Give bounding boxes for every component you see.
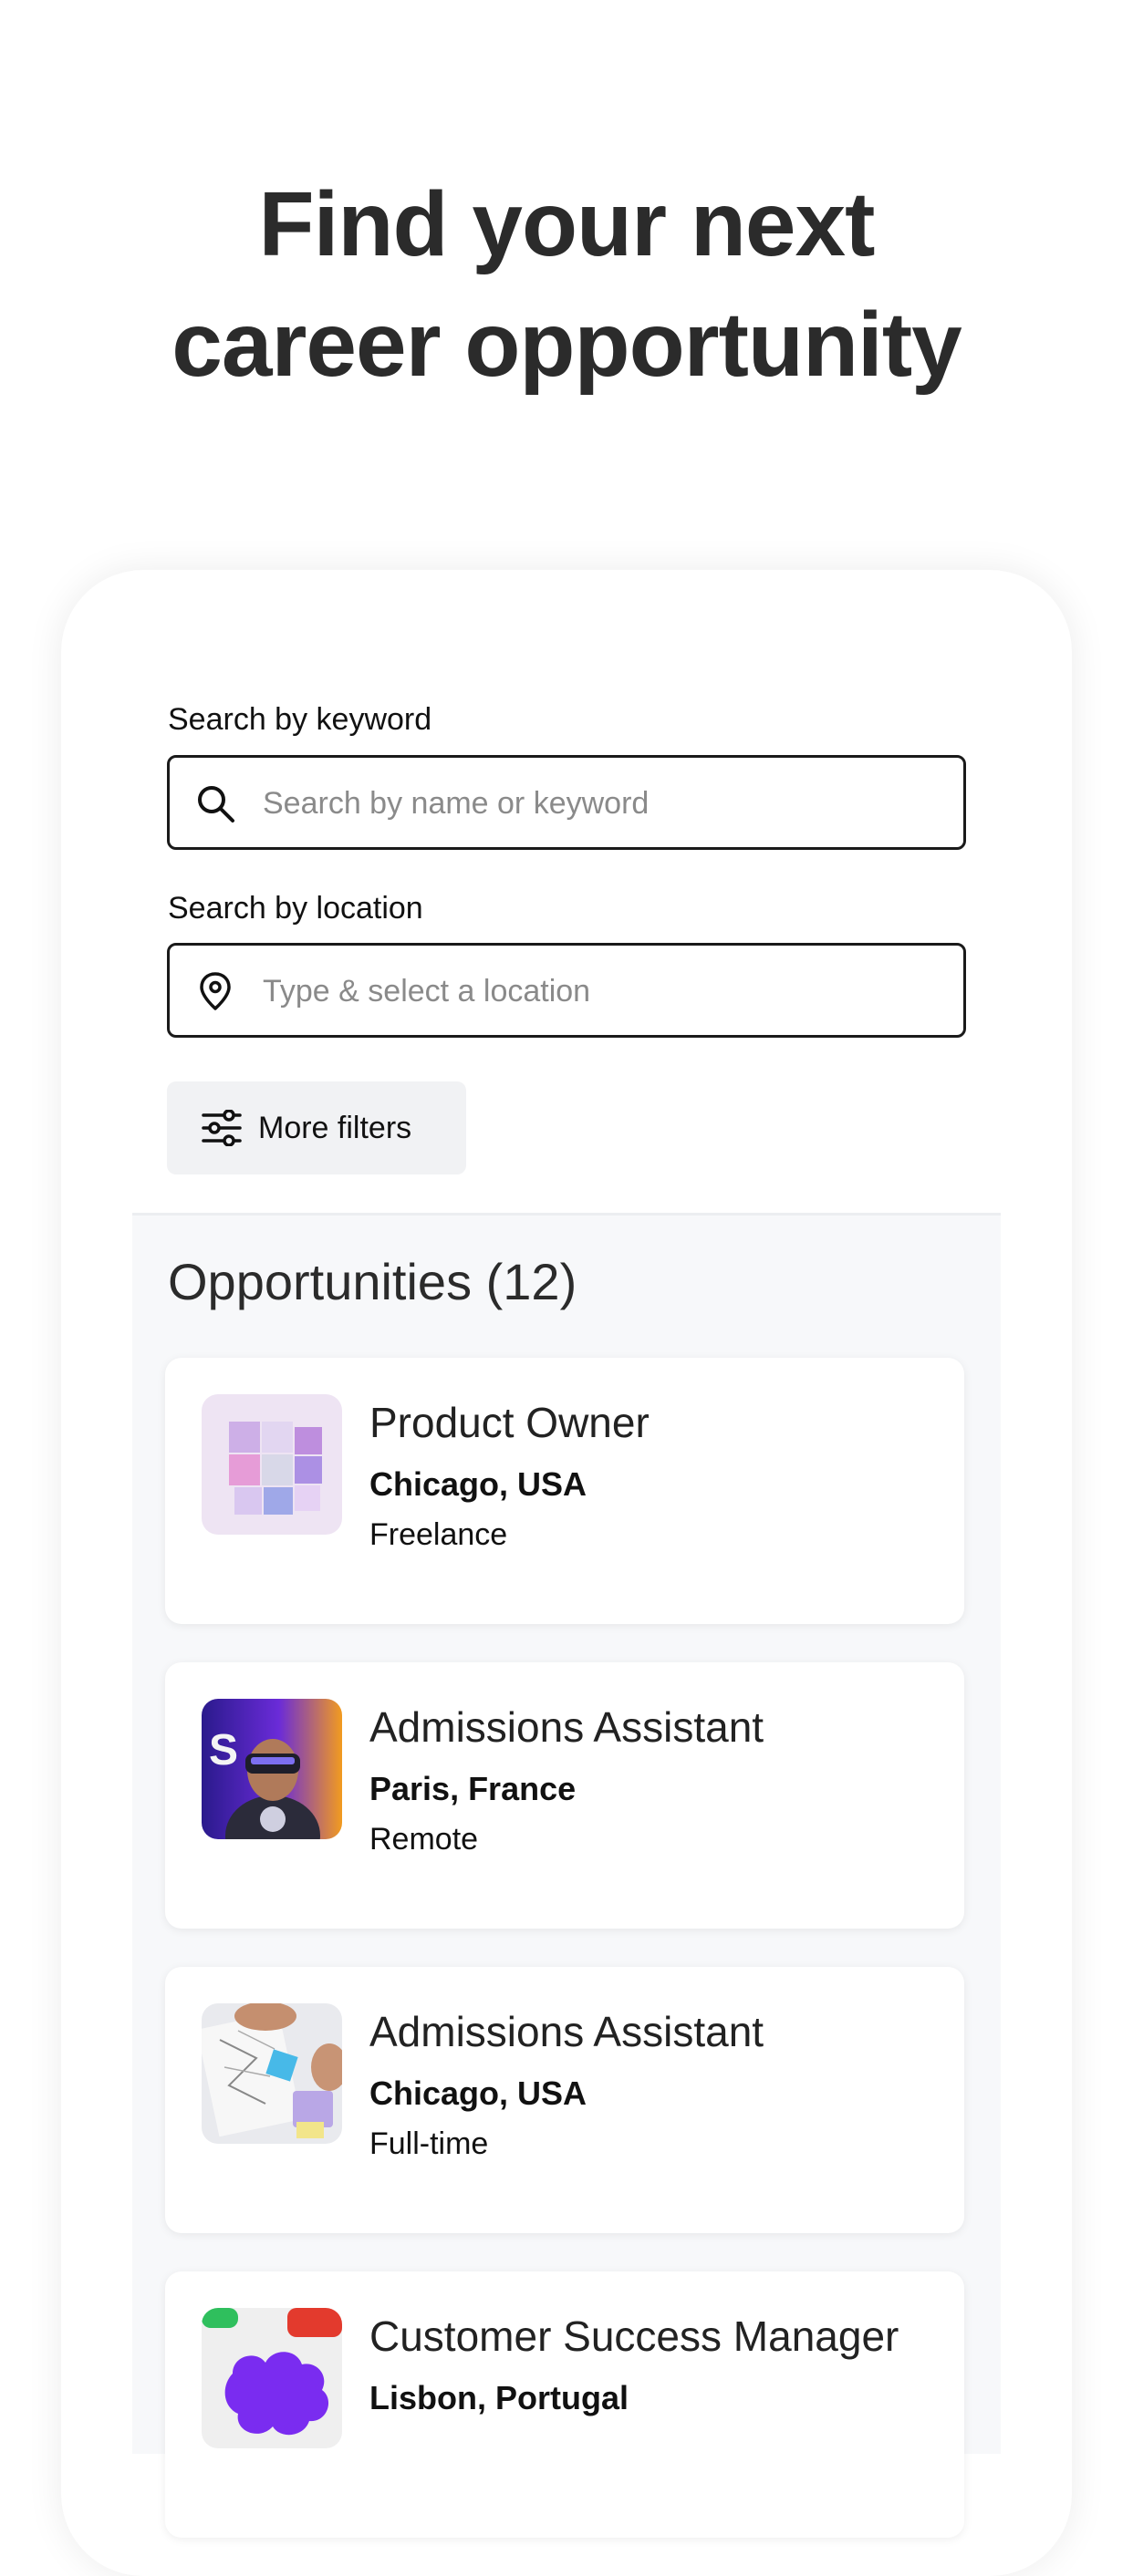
job-title: Admissions Assistant bbox=[369, 1703, 764, 1751]
results-title: Opportunities (12) bbox=[168, 1253, 577, 1310]
location-label: Search by location bbox=[168, 891, 423, 926]
abstract-cubes-image bbox=[202, 1394, 342, 1535]
job-type: Remote bbox=[369, 1822, 479, 1857]
job-type: Freelance bbox=[369, 1517, 508, 1552]
job-title: Product Owner bbox=[369, 1399, 650, 1446]
sliders-icon bbox=[202, 1110, 242, 1146]
page-title: Find your next career opportunity bbox=[0, 164, 1133, 405]
svg-text:S: S bbox=[209, 1726, 238, 1774]
job-type: Full-time bbox=[369, 2126, 489, 2161]
job-card[interactable]: Admissions Assistant Chicago, USA Full-t… bbox=[165, 1967, 964, 2233]
job-card[interactable]: Product Owner Chicago, USA Freelance bbox=[165, 1358, 964, 1624]
job-card[interactable]: Customer Success Manager Lisbon, Portuga… bbox=[165, 2271, 964, 2538]
job-location: Lisbon, Portugal bbox=[369, 2379, 629, 2416]
job-card[interactable]: S Admissions Assistant Paris, France Rem… bbox=[165, 1662, 964, 1929]
job-location: Chicago, USA bbox=[369, 1465, 587, 1503]
page-title-line-1: Find your next bbox=[258, 173, 876, 275]
more-filters-label: More filters bbox=[258, 1111, 412, 1145]
keyword-field[interactable] bbox=[167, 755, 966, 850]
page-title-line-2: career opportunity bbox=[172, 294, 962, 396]
job-title: Admissions Assistant bbox=[369, 2008, 764, 2055]
keyword-input[interactable] bbox=[261, 758, 940, 849]
more-filters-button[interactable]: More filters bbox=[167, 1081, 466, 1174]
location-field[interactable] bbox=[167, 943, 966, 1038]
keyword-label: Search by keyword bbox=[168, 702, 432, 737]
job-title: Customer Success Manager bbox=[369, 2312, 899, 2360]
job-location: Chicago, USA bbox=[369, 2074, 587, 2112]
vr-headset-person-image: S bbox=[202, 1699, 342, 1839]
job-location: Paris, France bbox=[369, 1770, 577, 1807]
purple-shape-image bbox=[202, 2308, 342, 2448]
sketching-wireframes-image bbox=[202, 2003, 342, 2144]
map-pin-icon bbox=[200, 972, 231, 1010]
location-input[interactable] bbox=[261, 946, 940, 1037]
search-icon bbox=[198, 786, 234, 822]
